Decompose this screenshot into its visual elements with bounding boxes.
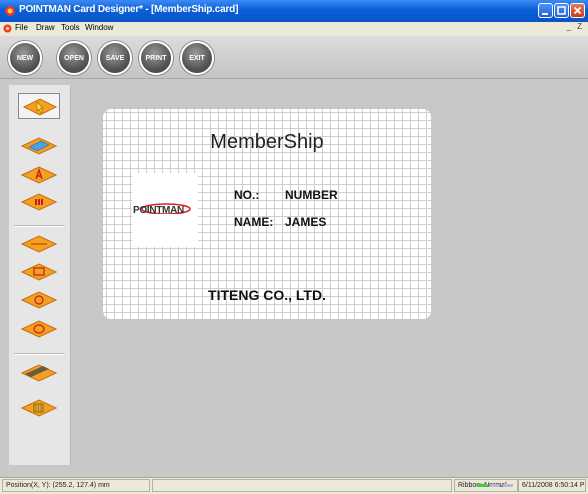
company-name[interactable]: TITENG CO., LTD. <box>103 287 431 303</box>
palette-separator <box>14 225 65 227</box>
maximize-button[interactable] <box>554 3 569 18</box>
rectangle-icon <box>21 263 57 281</box>
menu-tools[interactable]: Tools <box>61 23 80 32</box>
menu-draw[interactable]: Draw <box>36 23 55 32</box>
exit-button[interactable]: EXIT <box>180 41 214 75</box>
name-label[interactable]: NAME: <box>234 215 273 229</box>
counter-tool[interactable] <box>21 191 57 213</box>
menu-window[interactable]: Window <box>85 23 113 32</box>
field-tool[interactable] <box>21 135 57 157</box>
card-title[interactable]: MemberShip <box>103 131 431 154</box>
text-tool[interactable] <box>21 164 57 186</box>
palette-separator <box>14 353 65 355</box>
print-button[interactable]: PRINT <box>139 41 173 75</box>
ellipse-icon <box>21 291 57 309</box>
mdi-window-controls[interactable]: _ Ζ <box>566 22 584 31</box>
text-a-icon <box>21 166 57 184</box>
chip-icon <box>21 399 57 417</box>
close-icon <box>573 6 582 15</box>
name-value[interactable]: JAMES <box>285 215 326 229</box>
magstripe-icon <box>21 364 57 382</box>
field-icon <box>21 137 57 155</box>
line-icon <box>21 235 57 253</box>
open-button[interactable]: OPEN <box>57 41 91 75</box>
menu-file[interactable]: File <box>15 23 28 32</box>
minimize-button[interactable] <box>538 3 553 18</box>
status-spacer <box>152 479 452 492</box>
counter-icon <box>21 193 57 211</box>
save-button[interactable]: SAVE <box>98 41 132 75</box>
number-value[interactable]: NUMBER <box>285 188 338 202</box>
company-logo[interactable]: POINTMAN <box>132 173 198 247</box>
card-canvas[interactable]: MemberShip POINTMAN NO.: NUMBER NAME: JA… <box>103 109 431 319</box>
chip-tool[interactable] <box>21 397 57 419</box>
window-title: POINTMAN Card Designer* - [MemberShip.ca… <box>19 4 239 15</box>
status-bar: Position(X, Y): (255.2, 127.4) mm Ribbon… <box>0 477 588 494</box>
number-label[interactable]: NO.: <box>234 188 259 202</box>
minimize-icon <box>542 13 548 15</box>
title-bar: POINTMAN Card Designer* - [MemberShip.ca… <box>0 0 588 22</box>
ribbon-led <box>503 484 513 487</box>
ellipse-tool[interactable] <box>21 289 57 311</box>
maximize-icon <box>557 6 566 15</box>
rectangle-tool[interactable] <box>21 261 57 283</box>
new-button[interactable]: NEW <box>8 41 42 75</box>
app-icon <box>5 6 15 16</box>
round-rect-icon <box>21 320 57 338</box>
toolbar: NEW OPEN SAVE PRINT EXIT <box>0 36 588 79</box>
logo-text: POINTMAN <box>133 205 184 216</box>
document-icon[interactable] <box>3 24 12 33</box>
tool-palette <box>9 85 71 465</box>
ribbon-led <box>490 484 500 487</box>
menu-bar: File Draw Tools Window _ Ζ <box>0 22 588 36</box>
magstripe-tool[interactable] <box>21 362 57 384</box>
select-tool[interactable] <box>18 93 60 119</box>
line-tool[interactable] <box>21 233 57 255</box>
position-readout: Position(X, Y): (255.2, 127.4) mm <box>2 479 150 492</box>
ribbon-led-green <box>477 484 487 487</box>
pointer-icon <box>22 98 58 116</box>
rounded-rect-tool[interactable] <box>21 318 57 340</box>
datetime: 6/11/2008 6:50:14 PM <box>518 479 586 492</box>
close-button[interactable] <box>570 3 585 18</box>
